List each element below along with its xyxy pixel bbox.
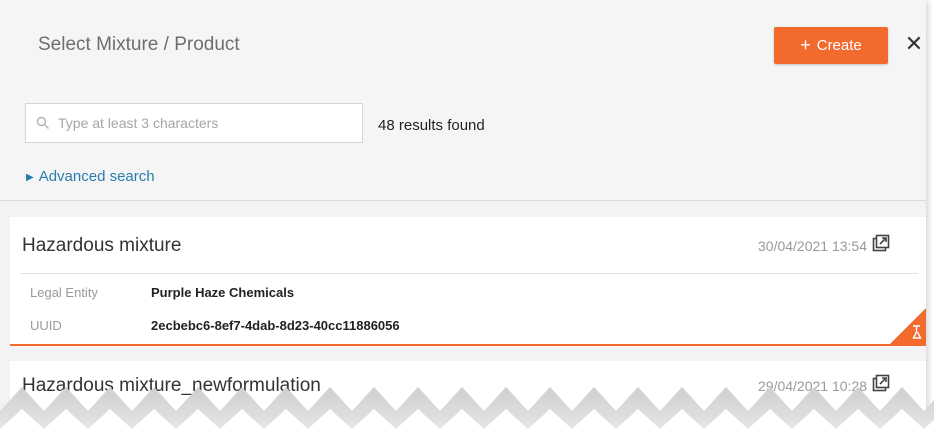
- plus-icon: +: [800, 34, 811, 55]
- search-input[interactable]: [56, 114, 340, 132]
- advanced-search-link[interactable]: ▶ Advanced search: [26, 168, 155, 185]
- legal-entity-label: Legal Entity: [30, 285, 98, 300]
- flask-corner-icon: [890, 308, 926, 344]
- open-external-icon[interactable]: [871, 233, 891, 253]
- advanced-search-label: Advanced search: [38, 168, 155, 185]
- select-product-dialog: Select Mixture / Product + Create ✕ 48 r…: [0, 0, 926, 437]
- create-button-label: Create: [816, 37, 862, 54]
- result-title: Hazardous mixture: [22, 235, 182, 256]
- create-button[interactable]: + Create: [774, 27, 888, 64]
- legal-entity-value: Purple Haze Chemicals: [151, 285, 295, 300]
- uuid-value: 2ecbebc6-8ef7-4dab-8d23-40cc11886056: [151, 318, 400, 333]
- search-icon: [36, 116, 49, 129]
- search-box[interactable]: [25, 103, 363, 143]
- dialog-header: Select Mixture / Product + Create ✕ 48 r…: [0, 0, 926, 201]
- result-date: 30/04/2021 13:54: [758, 238, 867, 254]
- results-count: 48 results found: [378, 117, 485, 134]
- dialog-title: Select Mixture / Product: [38, 34, 240, 55]
- card-divider: [20, 273, 918, 274]
- uuid-label: UUID: [30, 318, 62, 333]
- torn-edge-decoration: [0, 387, 934, 437]
- triangle-right-icon: ▶: [26, 172, 34, 183]
- close-icon[interactable]: ✕: [903, 33, 925, 55]
- result-card[interactable]: Hazardous mixture 30/04/2021 13:54 Legal…: [10, 217, 926, 346]
